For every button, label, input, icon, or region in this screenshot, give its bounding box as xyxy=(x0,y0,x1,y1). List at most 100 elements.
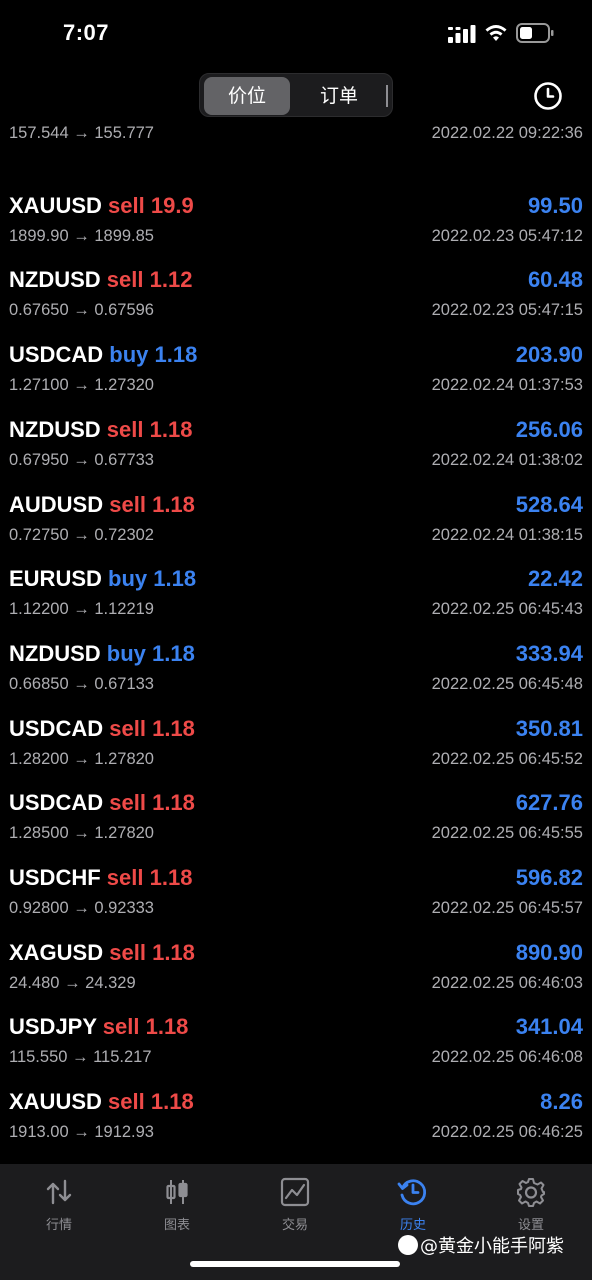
trade-icon xyxy=(280,1177,310,1207)
trade-row[interactable]: USDCHF sell 1.18 596.82 0.92800 → 0.92333 2… xyxy=(0,855,592,930)
price-arrow: → xyxy=(73,525,90,544)
trade-row[interactable]: XAUUSD sell 1.18 8.26 1913.00 → 1912.93 202… xyxy=(0,1079,592,1154)
trade-title: XAUUSD sell 1.18 xyxy=(9,1089,194,1115)
trade-title: XAUUSD sell 19.9 xyxy=(9,193,194,219)
open-price: 115.550 xyxy=(9,1048,68,1067)
trade-type: buy xyxy=(109,342,149,368)
close-price: 0.67733 xyxy=(94,450,154,469)
tab-settings[interactable]: 设置 xyxy=(472,1176,590,1236)
trade-symbol: NZDUSD xyxy=(9,267,101,293)
trade-row[interactable]: USDJPY buy 1.18705.63 xyxy=(0,1154,592,1165)
trade-history-list[interactable]: 157.544 → 155.777 2022.02.22 09:22:36 XAUU… xyxy=(0,118,592,1164)
wifi-icon xyxy=(485,25,507,41)
tab-order[interactable]: 订单 xyxy=(296,77,382,115)
trade-time: 2022.02.24 01:38:02 xyxy=(431,450,583,469)
open-price: 1.28500 xyxy=(9,824,69,843)
trade-row[interactable]: USDJPY sell 1.18 341.04 115.550 → 115.217 2… xyxy=(0,1004,592,1079)
trade-time: 2022.02.25 06:45:57 xyxy=(431,899,583,917)
price-arrow: → xyxy=(73,450,90,469)
trade-symbol: EURUSD xyxy=(9,566,102,592)
trade-prices: 0.92800 → 0.92333 xyxy=(9,899,154,918)
price-arrow: → xyxy=(73,899,90,917)
trade-row[interactable]: USDCAD buy 1.18 203.90 1.27100 → 1.27320 20… xyxy=(0,332,592,407)
close-price: 115.217 xyxy=(93,1048,152,1067)
trade-row[interactable]: AUDUSD sell 1.18 528.64 0.72750 → 0.72302 2… xyxy=(0,482,592,557)
trade-time: 2022.02.25 06:45:55 xyxy=(431,824,583,843)
trade-row[interactable]: USDCAD sell 1.18 627.76 1.28500 → 1.27820 2… xyxy=(0,780,592,855)
trade-volume: 1.18 xyxy=(152,790,195,816)
tab-history[interactable]: 历史 xyxy=(354,1176,472,1236)
open-price: 24.480 xyxy=(9,973,60,992)
open-price: 0.67950 xyxy=(9,450,69,469)
tab-trade-label: 交易 xyxy=(281,1218,308,1233)
tab-price[interactable]: 价位 xyxy=(204,77,290,115)
trade-time: 2022.02.25 06:46:25 xyxy=(431,1123,583,1142)
battery-icon xyxy=(516,23,554,43)
close-price: 1.27820 xyxy=(94,824,154,843)
watermark: @黄金小能手阿紫 xyxy=(398,1234,564,1260)
trade-time: 2022.02.24 01:38:15 xyxy=(431,525,583,544)
trade-type: sell xyxy=(109,790,146,816)
trade-row[interactable]: USDCAD sell 1.18 350.81 1.28200 → 1.27820 2… xyxy=(0,706,592,781)
open-price: 0.72750 xyxy=(9,525,69,544)
trade-type: sell xyxy=(109,939,146,965)
trade-row[interactable]: NZDUSD sell 1.18 256.06 0.67950 → 0.67733 2… xyxy=(0,407,592,482)
trade-prices: 0.66850 → 0.67133 xyxy=(9,675,154,694)
close-price: 1912.93 xyxy=(94,1123,154,1142)
trade-profit: 528.64 xyxy=(515,491,583,517)
close-price: 0.67596 xyxy=(94,301,154,320)
trade-type: buy xyxy=(108,566,148,592)
close-price: 1899.85 xyxy=(94,226,154,245)
trade-title: XAGUSD sell 1.18 xyxy=(9,940,195,966)
clock-icon[interactable] xyxy=(532,80,564,112)
status-bar: 7:07 xyxy=(0,0,592,66)
trade-title: NZDUSD sell 1.12 xyxy=(9,267,192,293)
trade-row[interactable]: XAGUSD sell 1.18 890.90 24.480 → 24.329 202… xyxy=(0,930,592,1005)
tab-trade[interactable]: 交易 xyxy=(236,1176,354,1236)
trade-row[interactable]: 157.544 → 155.777 2022.02.22 09:22:36 xyxy=(0,118,592,193)
trade-profit: 60.48 xyxy=(527,267,583,293)
price-arrow: → xyxy=(73,749,90,768)
trade-time: 2022.02.25 06:45:52 xyxy=(431,749,583,768)
open-price: 1.12200 xyxy=(9,600,69,619)
trade-row[interactable]: NZDUSD buy 1.18 333.94 0.66850 → 0.67133 20… xyxy=(0,631,592,706)
trade-title: USDCAD buy 1.18 xyxy=(9,342,197,368)
header: 价位 订单 xyxy=(0,66,592,124)
trade-type: sell xyxy=(109,715,146,741)
trade-type: sell xyxy=(106,267,144,293)
chart-icon xyxy=(166,1180,188,1204)
tab-settings-label: 设置 xyxy=(517,1218,544,1233)
trade-type: buy xyxy=(106,640,146,666)
status-time: 7:07 xyxy=(63,20,110,45)
trade-symbol: USDCAD xyxy=(9,342,104,368)
trade-symbol: XAGUSD xyxy=(9,939,104,965)
price-arrow: → xyxy=(73,824,90,843)
trade-prices: 0.72750 → 0.72302 xyxy=(9,526,154,545)
close-price: 1.12219 xyxy=(94,600,154,619)
segmented-control: 价位 订单 xyxy=(199,73,393,117)
quotes-icon xyxy=(46,1179,72,1205)
close-price: 1.27820 xyxy=(94,749,154,768)
trade-volume: 19.9 xyxy=(150,192,194,218)
trade-row[interactable]: NZDUSD sell 1.12 60.48 0.67650 → 0.67596 20… xyxy=(0,257,592,332)
trade-prices: 0.67650 → 0.67596 xyxy=(9,301,154,320)
close-price: 0.67133 xyxy=(94,674,154,693)
trade-profit: 256.06 xyxy=(515,416,583,442)
trade-type: sell xyxy=(106,416,144,442)
close-price: 24.329 xyxy=(85,973,136,992)
trade-volume: 1.18 xyxy=(152,491,195,517)
trade-profit: 890.90 xyxy=(515,939,583,965)
trade-row[interactable]: EURUSD buy 1.18 22.42 1.12200 → 1.12219 202… xyxy=(0,556,592,631)
trade-row[interactable]: XAUUSD sell 19.9 99.50 1899.90 → 1899.85 20… xyxy=(0,183,592,258)
trade-symbol: NZDUSD xyxy=(9,416,101,442)
segment-divider xyxy=(386,85,388,107)
trade-prices: 1899.90 → 1899.85 xyxy=(9,227,154,246)
tab-chart[interactable]: 图表 xyxy=(118,1176,236,1236)
open-price: 1.27100 xyxy=(9,376,69,395)
tab-quotes[interactable]: 行情 xyxy=(0,1176,118,1236)
price-arrow: → xyxy=(72,1048,89,1067)
trade-time: 2022.02.23 05:47:15 xyxy=(431,301,583,320)
close-price: 0.92333 xyxy=(94,899,154,917)
open-price: 1899.90 xyxy=(9,226,69,245)
trade-volume: 1.18 xyxy=(153,566,197,592)
